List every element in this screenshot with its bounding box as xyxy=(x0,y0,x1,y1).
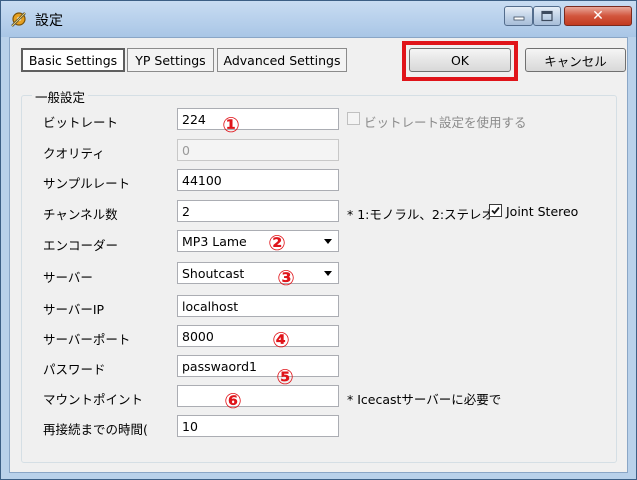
channels-note: * 1:モノラル、2:ステレオ xyxy=(347,207,495,222)
encoder-select[interactable]: MP3 Lame xyxy=(177,230,339,252)
mount-point-label: マウントポイント xyxy=(43,392,144,407)
server-value: Shoutcast xyxy=(182,266,245,281)
maximize-button[interactable] xyxy=(533,6,561,26)
joint-stereo-label: Joint Stereo xyxy=(506,204,579,219)
minimize-button[interactable] xyxy=(504,6,533,26)
samplerate-input[interactable]: 44100 xyxy=(177,169,339,191)
server-port-input[interactable]: 8000 xyxy=(177,325,339,347)
gear-pencil-icon xyxy=(11,12,26,27)
close-button[interactable]: ✕ xyxy=(564,6,632,26)
bitrate-label: ビットレート xyxy=(43,115,119,130)
title-bar[interactable]: 設定 ✕ xyxy=(1,1,636,37)
annotation-marker-2: ② xyxy=(268,231,286,255)
checkmark-icon xyxy=(491,206,500,215)
samplerate-label: サンプルレート xyxy=(43,176,131,191)
channels-input[interactable]: 2 xyxy=(177,200,339,222)
mount-point-note: * Icecastサーバーに必要で xyxy=(347,392,502,407)
reconnect-input[interactable]: 10 xyxy=(177,415,339,437)
annotation-marker-1: ① xyxy=(222,113,240,137)
annotation-marker-5: ⑤ xyxy=(276,365,294,389)
ok-button-highlight xyxy=(402,41,518,81)
bitrate-input[interactable]: 224 xyxy=(177,108,339,130)
reconnect-label: 再接続までの時間( xyxy=(43,422,148,437)
cancel-button[interactable]: キャンセル xyxy=(525,48,626,72)
encoder-label: エンコーダー xyxy=(43,238,119,253)
use-bitrate-checkbox[interactable] xyxy=(347,112,360,125)
annotation-marker-6: ⑥ xyxy=(224,389,242,413)
server-ip-label: サーバーIP xyxy=(43,302,105,317)
chevron-down-icon xyxy=(324,271,332,276)
server-port-label: サーバーポート xyxy=(43,332,131,347)
close-icon: ✕ xyxy=(592,8,604,24)
password-input[interactable]: passwaord1 xyxy=(177,355,339,377)
quality-input[interactable]: 0 xyxy=(177,139,339,161)
server-select[interactable]: Shoutcast xyxy=(177,262,339,284)
annotation-marker-3: ③ xyxy=(277,266,295,290)
tab-yp-settings[interactable]: YP Settings xyxy=(127,48,214,72)
encoder-value: MP3 Lame xyxy=(182,234,247,249)
quality-label: クオリティ xyxy=(43,146,105,161)
maximize-icon xyxy=(541,10,553,22)
server-label: サーバー xyxy=(43,270,93,285)
server-ip-input[interactable]: localhost xyxy=(177,295,339,317)
joint-stereo-checkbox[interactable] xyxy=(489,204,502,217)
minimize-icon xyxy=(513,16,524,21)
annotation-marker-4: ④ xyxy=(272,328,290,352)
chevron-down-icon xyxy=(324,239,332,244)
use-bitrate-label: ビットレート設定を使用する xyxy=(364,115,527,130)
mount-point-input[interactable] xyxy=(177,385,339,407)
password-label: パスワード xyxy=(43,362,106,377)
tab-advanced-settings[interactable]: Advanced Settings xyxy=(217,48,347,72)
tab-basic-settings[interactable]: Basic Settings xyxy=(21,48,125,72)
group-title: 一般設定 xyxy=(32,87,89,106)
settings-dialog: 設定 ✕ Basic Settings YP Settings Advanced… xyxy=(0,0,637,480)
window-title: 設定 xyxy=(35,13,63,29)
channels-label: チャンネル数 xyxy=(43,207,118,222)
